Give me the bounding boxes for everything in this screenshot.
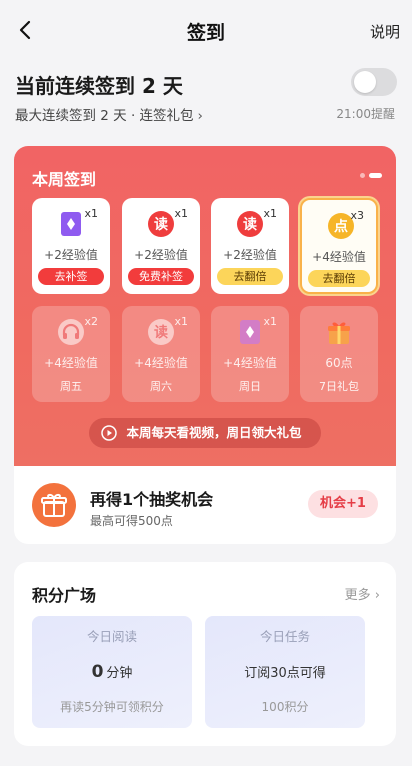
multiplier: x2 [84,315,98,328]
help-link[interactable]: 说明 [370,21,400,42]
plaza-title: 积分广场 [32,586,97,605]
minutes-value: 0 [91,662,104,682]
lottery-title: 再得1个抽奖机会 [90,490,214,509]
reminder-toggle[interactable] [351,68,397,96]
svg-text:读: 读 [243,216,257,233]
streak-subtitle: 最大连续签到 2 天 · 连签礼包 [15,108,194,124]
gift-points: 60点 [325,356,353,370]
gift-box-icon [32,483,76,527]
more-link[interactable]: 更多 › [345,584,380,603]
read-icon: 读 [237,211,263,237]
video-banner-text: 本周每天看视频，周日领大礼包 [126,425,302,440]
day-tile-3[interactable]: 读 x1 +2经验值 去翻倍 [211,198,289,294]
svg-text:读: 读 [154,324,168,341]
makeup-checkin-button[interactable]: 去补签 [38,268,104,285]
gift-icon [328,322,350,344]
exp-value: +4经验值 [312,250,366,264]
free-makeup-button[interactable]: 免费补签 [128,268,194,285]
daily-task-card[interactable]: 今日任务 订阅30点可得 100积分 [205,616,365,728]
day-tile-today[interactable]: 点 x3 +4经验值 去翻倍 [300,198,378,294]
top-nav-bar: 签到 说明 [0,0,412,60]
page-dot-active [369,173,382,178]
day-label: 周五 [60,380,82,393]
multiplier: x1 [174,207,188,220]
exp-value: +4经验值 [134,356,188,370]
day-tile-friday: x2 +4经验值 周五 [32,306,110,402]
card-icon [61,212,81,236]
day-tile-2[interactable]: 读 x1 +2经验值 免费补签 [122,198,200,294]
task-heading: 今日任务 [259,629,310,644]
lottery-subtitle: 最高可得500点 [90,514,173,528]
toggle-knob [354,71,376,93]
multiplier: x1 [263,207,277,220]
day-label: 周日 [239,380,261,393]
streak-gift-link[interactable]: 最大连续签到 2 天 · 连签礼包 › [15,104,203,124]
minutes-unit: 分钟 [106,666,133,681]
exp-value: +2经验值 [44,248,98,262]
svg-text:读: 读 [154,216,168,233]
checkin-card: 本周签到 x1 +2经验值 去补签 读 x1 +2经验值 免费补签 读 x1 +… [14,146,396,544]
play-icon [101,425,117,441]
double-reward-button[interactable]: 去翻倍 [217,268,283,285]
watch-video-banner[interactable]: 本周每天看视频，周日领大礼包 [89,418,321,448]
card-icon [240,320,260,344]
page-indicator [360,173,382,178]
day-tile-sunday: x1 +4经验值 周日 [211,306,289,402]
task-description: 订阅30点可得 [244,666,326,681]
exp-value: +4经验值 [44,356,98,370]
multiplier: x1 [263,315,277,328]
page-title: 签到 [186,22,225,44]
headphones-icon [58,319,84,345]
reading-minutes: 0 分钟 [32,662,192,682]
week-title: 本周签到 [32,170,97,189]
chevron-right-icon: › [374,588,380,603]
task-heading: 今日阅读 [86,629,137,644]
day-tile-saturday: 读 x1 +4经验值 周六 [122,306,200,402]
day-label: 7日礼包 [319,380,359,393]
svg-text:点: 点 [334,218,348,235]
multiplier: x1 [84,207,98,220]
get-chance-button[interactable]: 机会+1 [308,490,378,518]
reading-task-card[interactable]: 今日阅读 0 分钟 再读5分钟可领积分 [32,616,192,728]
read-icon: 读 [148,319,174,345]
more-label: 更多 [344,588,371,603]
day-tile-1[interactable]: x1 +2经验值 去补签 [32,198,110,294]
exp-value: +4经验值 [223,356,277,370]
points-plaza-card: 积分广场 更多 › 今日阅读 0 分钟 再读5分钟可领积分 今日任务 订阅30点可… [14,562,396,746]
week-checkin-panel: 本周签到 x1 +2经验值 去补签 读 x1 +2经验值 免费补签 读 x1 +… [14,146,396,466]
task-reward: 100积分 [261,700,309,714]
day-label: 周六 [150,380,172,393]
page-dot [360,173,365,178]
task-hint: 再读5分钟可领积分 [60,700,164,714]
multiplier: x3 [350,209,364,222]
read-icon: 读 [148,211,174,237]
double-reward-button[interactable]: 去翻倍 [308,270,370,287]
streak-title: 当前连续签到 2 天 [15,74,183,98]
multiplier: x1 [174,315,188,328]
exp-value: +2经验值 [223,248,277,262]
seven-day-gift-tile[interactable]: 60点 7日礼包 [300,306,378,402]
exp-value: +2经验值 [134,248,188,262]
chevron-right-icon: › [197,108,203,124]
reminder-time: 21:00提醒 [336,107,395,121]
